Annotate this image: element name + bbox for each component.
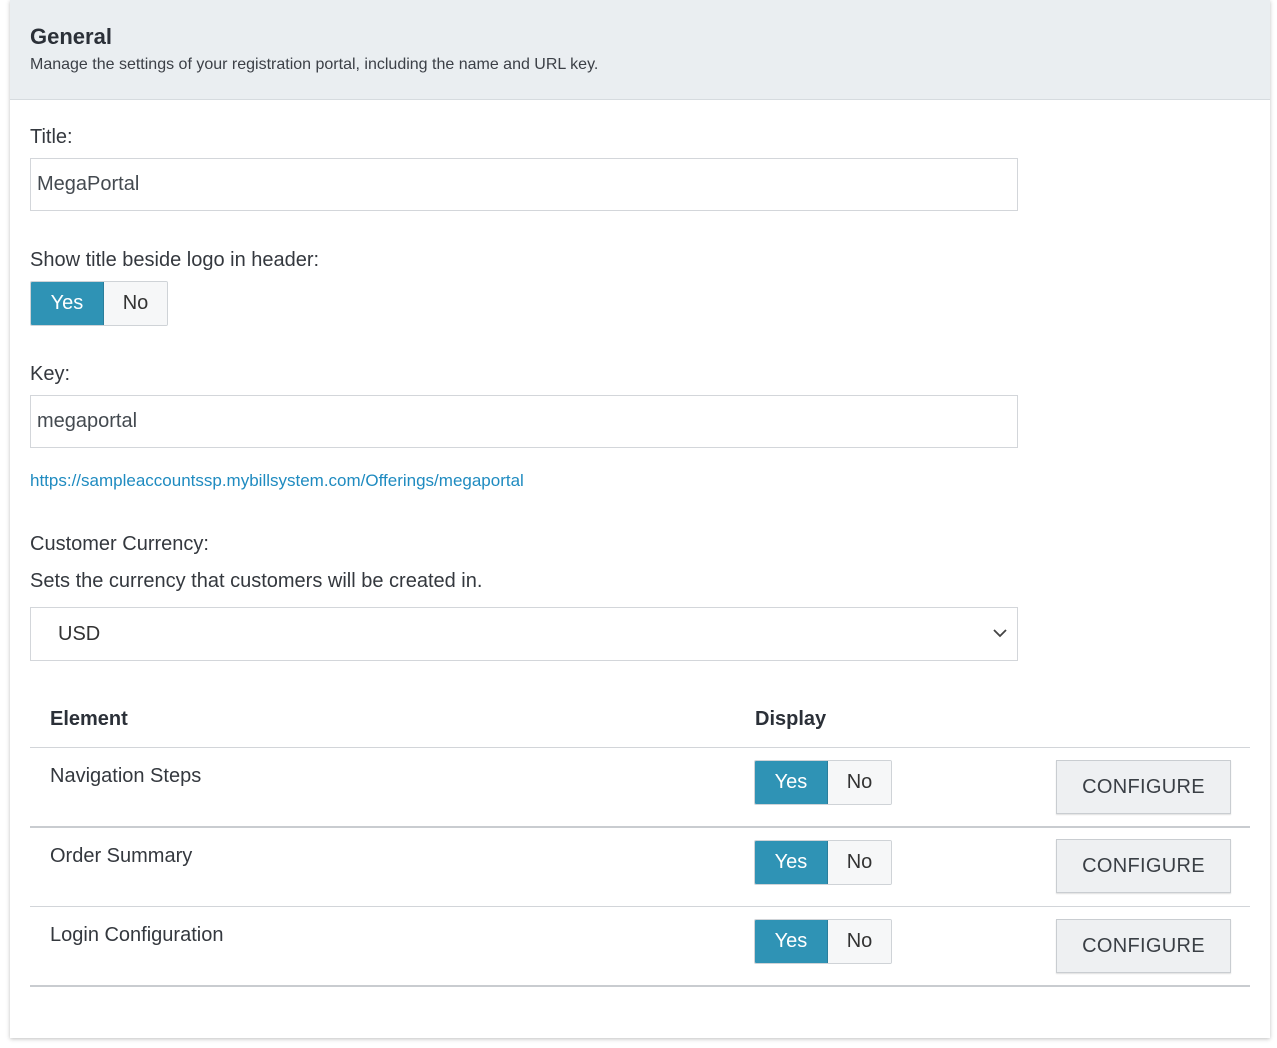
table-divider <box>30 826 1250 828</box>
navigation-steps-yes-button[interactable]: Yes <box>755 761 828 804</box>
page-title: General <box>30 24 112 49</box>
row-label-navigation-steps: Navigation Steps <box>50 765 202 787</box>
currency-label: Customer Currency: <box>30 533 209 555</box>
table-divider <box>30 747 1250 748</box>
currency-select-value: USD <box>58 622 101 645</box>
row-label-order-summary: Order Summary <box>50 845 193 867</box>
login-configuration-toggle: Yes No <box>754 919 892 964</box>
currency-select[interactable]: USD <box>30 607 1018 661</box>
chevron-down-icon <box>993 629 1007 638</box>
login-configuration-yes-button[interactable]: Yes <box>755 920 828 963</box>
login-configuration-configure-button[interactable]: CONFIGURE <box>1056 919 1231 973</box>
title-input[interactable] <box>30 158 1018 211</box>
order-summary-toggle: Yes No <box>754 840 892 885</box>
general-settings-panel: General Manage the settings of your regi… <box>10 0 1270 1038</box>
show-title-no-button[interactable]: No <box>104 282 167 325</box>
order-summary-configure-button[interactable]: CONFIGURE <box>1056 839 1231 893</box>
navigation-steps-configure-button[interactable]: CONFIGURE <box>1056 760 1231 814</box>
panel-header: General Manage the settings of your regi… <box>10 0 1270 100</box>
title-label: Title: <box>30 126 73 148</box>
table-header-element: Element <box>50 708 128 730</box>
navigation-steps-toggle: Yes No <box>754 760 892 805</box>
page-subtitle: Manage the settings of your registration… <box>30 56 599 73</box>
key-input[interactable] <box>30 395 1018 448</box>
order-summary-yes-button[interactable]: Yes <box>755 841 828 884</box>
login-configuration-no-button[interactable]: No <box>828 920 891 963</box>
navigation-steps-no-button[interactable]: No <box>828 761 891 804</box>
currency-description: Sets the currency that customers will be… <box>30 570 483 592</box>
show-title-yes-button[interactable]: Yes <box>31 282 104 325</box>
portal-url-link[interactable]: https://sampleaccountssp.mybillsystem.co… <box>30 471 524 491</box>
order-summary-no-button[interactable]: No <box>828 841 891 884</box>
show-title-toggle: Yes No <box>30 281 168 326</box>
show-title-label: Show title beside logo in header: <box>30 249 320 271</box>
table-divider <box>30 906 1250 907</box>
row-label-login-configuration: Login Configuration <box>50 924 224 946</box>
table-divider <box>30 985 1250 987</box>
table-header-display: Display <box>755 708 827 730</box>
key-label: Key: <box>30 363 71 385</box>
